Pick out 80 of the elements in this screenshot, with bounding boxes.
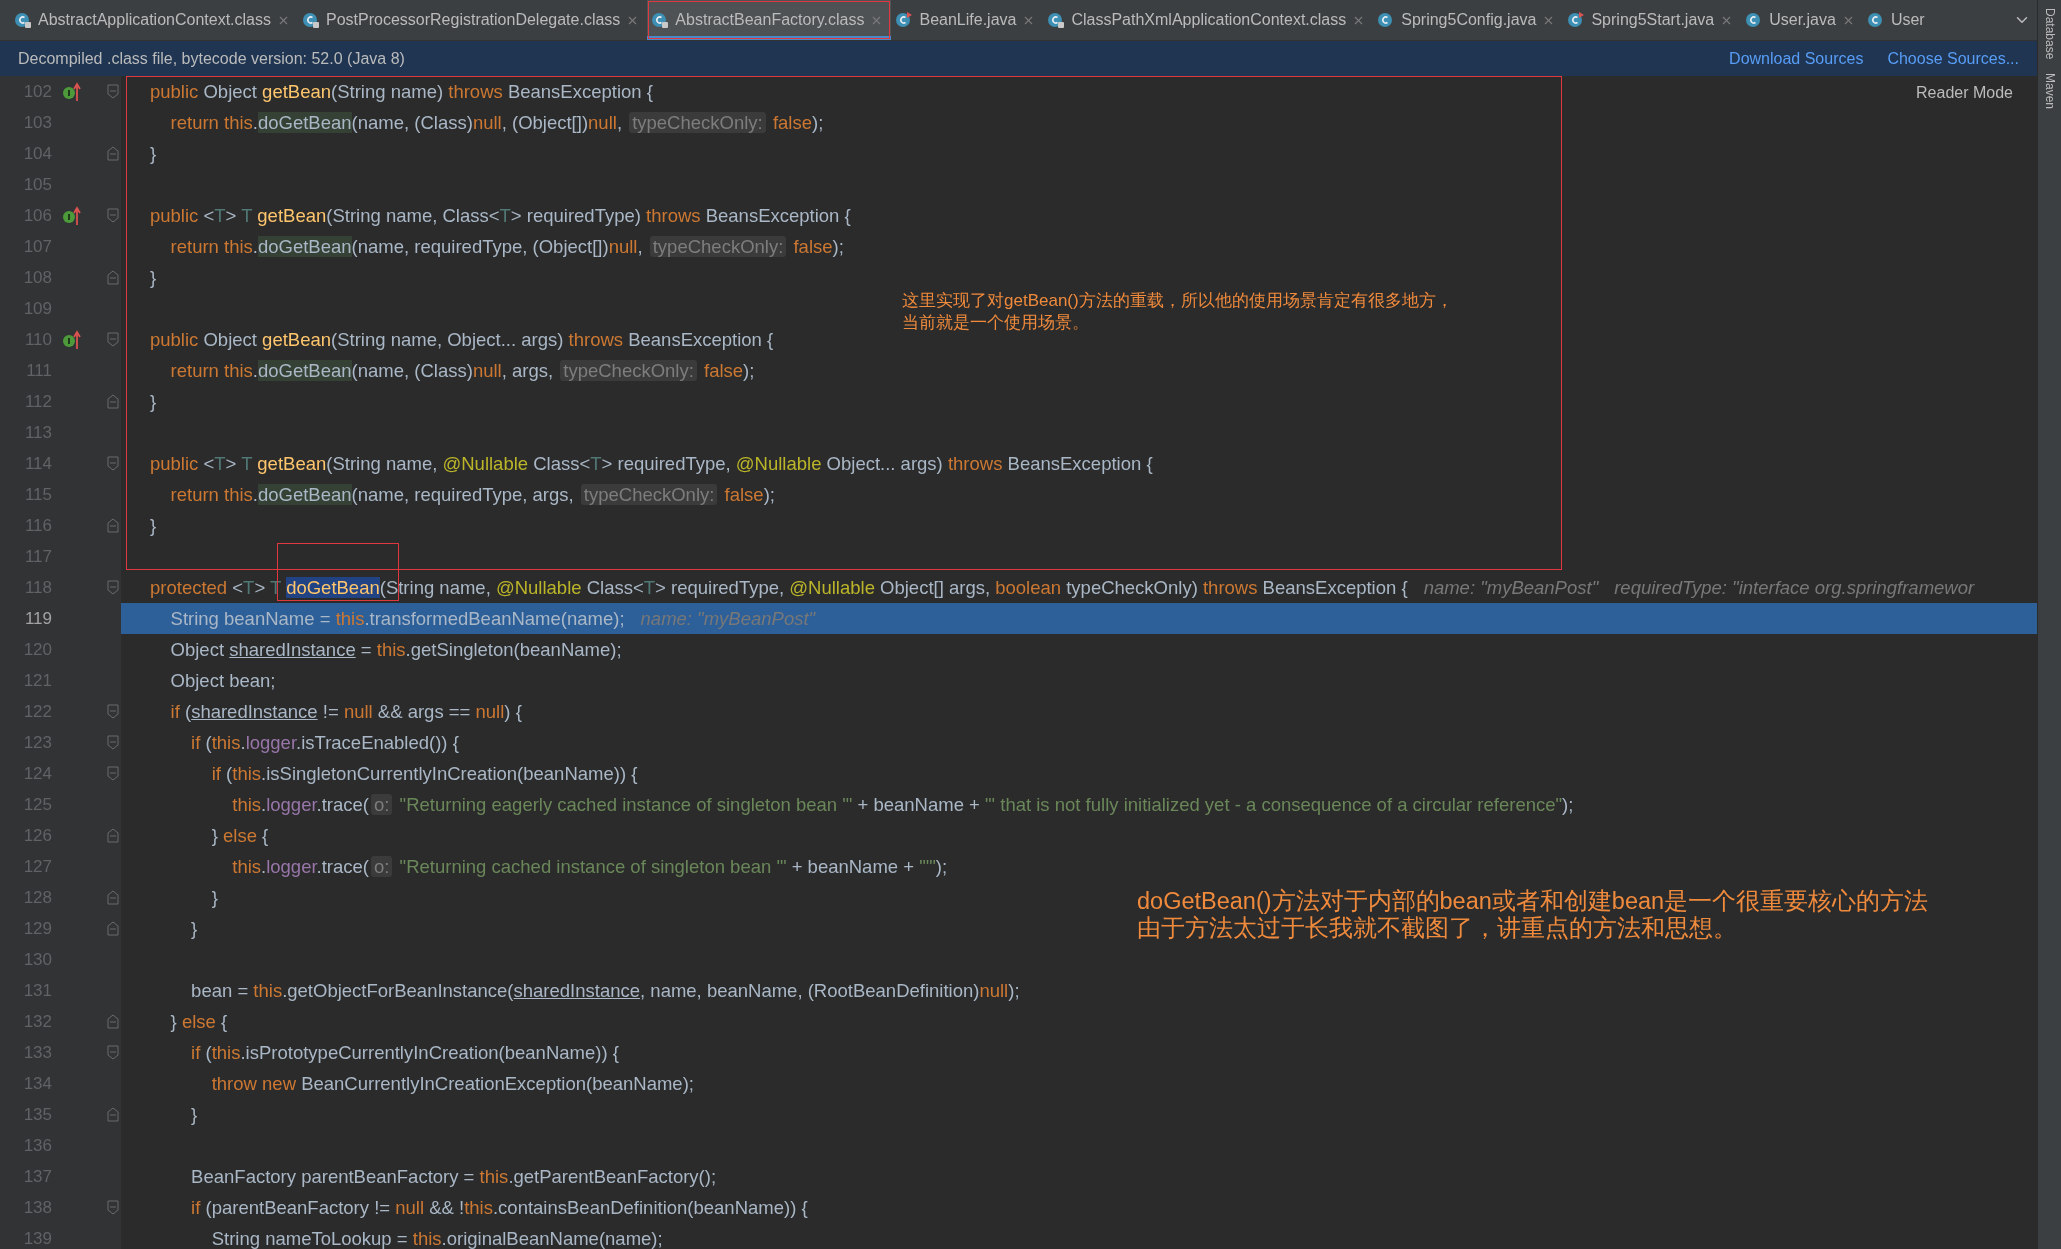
fold-icon[interactable] [107,580,119,595]
code-line: return this.doGetBean(name, requiredType, (Object[])null, typeCheckOnly: false); [169,235,844,258]
fold-icon[interactable] [107,1107,119,1122]
editor-tab[interactable]: Spring5Config.java [1373,0,1564,40]
fold-icon[interactable] [107,1014,119,1029]
fold-icon[interactable] [107,332,119,347]
banner-link[interactable]: Download Sources [1729,49,1864,68]
line-number: 119 [23,608,52,629]
circle-arrow-icon[interactable] [62,81,82,102]
code-line: } [190,917,198,940]
fold-icon[interactable] [107,518,119,533]
code-line: BeanFactory parentBeanFactory = this.getParentBeanFactory(); [190,1165,717,1188]
code-line: public Object getBean(String name) throws BeansException { [150,80,653,103]
class-file-icon [1047,11,1066,29]
code-line: this.logger.trace( o: "Returning eagerly cached instance of singleton bean '" + beanName + "' that is not fully initialized yet - a consequence of a circular reference"); [231,793,1574,816]
banner-message: Decompiled .class file, bytecode version: 52.0 (Java 8) [18,49,406,68]
code-line: String nameToLookup = this.originalBeanName(name); [210,1227,663,1249]
code-line: this.logger.trace( o: "Returning cached instance of singleton bean '" + beanName + "'"); [231,855,948,878]
editor-tab[interactable]: PostProcessorRegistrationDelegate.class [298,0,648,40]
code-line: return this.doGetBean(name, (Class)null, (Object[])null, typeCheckOnly: false); [169,111,824,134]
class-file-icon [1567,11,1586,29]
code-line: } else { [169,1010,228,1033]
code-line: public <T> T getBean(String name, Class<T> requiredType) throws BeansException { [150,204,851,227]
fold-icon[interactable] [107,394,119,409]
code-line: if (sharedInstance != null && args == null) { [169,700,522,723]
code-line: if (this.logger.isTraceEnabled()) { [190,731,459,754]
editor-tab[interactable]: User [1862,0,1933,40]
code-line: } [150,266,157,289]
fold-icon[interactable] [107,890,119,905]
fold-icon[interactable] [107,704,119,719]
code-line: } [150,142,157,165]
code-line: } [150,390,157,413]
code-line: } [210,886,218,909]
code-line: public Object getBean(String name, Object... args) throws BeansException { [150,328,774,351]
annotation-text: 这里实现了对getBean()方法的重载，所以他的使用场景肯定有很多地方， [902,290,1453,312]
fold-icon[interactable] [107,456,119,471]
reader-mode-link[interactable]: Reader Mode [1916,84,2013,102]
editor-tab[interactable]: AbstractBeanFactory.class [647,0,892,40]
editor-tab[interactable]: ClassPathXmlApplicationContext.class [1043,0,1374,40]
code-line: } [190,1103,198,1126]
side-tool-button[interactable]: Database [2042,8,2057,60]
circle-arrow-icon[interactable] [62,329,82,350]
editor-tab[interactable]: User.java [1741,0,1863,40]
code-line: return this.doGetBean(name, requiredType, args, typeCheckOnly: false); [169,483,775,506]
editor-tab[interactable]: Spring5Start.java [1563,0,1742,40]
class-file-icon [302,11,320,29]
class-file-icon [1866,11,1885,29]
fold-icon[interactable] [107,208,119,223]
code-line: if (this.isSingletonCurrentlyInCreation(beanName)) { [210,762,638,785]
fold-icon[interactable] [107,735,119,750]
banner-link[interactable]: Choose Sources... [1887,49,2019,68]
fold-icon[interactable] [107,1045,119,1060]
code-line: throw new BeanCurrentlyInCreationException(beanName); [210,1072,694,1095]
fold-icon[interactable] [107,921,119,936]
annotation-text: 由于方法太过于长我就不截图了，讲重点的方法和思想。 [1137,915,1738,943]
fold-icon[interactable] [107,84,119,99]
code-line: bean = this.getObjectForBeanInstance(sharedInstance, name, beanName, (RootBeanDefinition)null); [190,979,1020,1002]
code-line: return this.doGetBean(name, (Class)null, args, typeCheckOnly: false); [169,359,755,382]
annotation-text: 当前就是一个使用场景。 [902,312,1090,335]
code-line: Object bean; [169,669,276,692]
fold-icon[interactable] [107,270,119,285]
code-line: } [150,514,157,537]
code-line: } else { [210,824,269,847]
code-line: public <T> T getBean(String name, @Nullable Class<T> requiredType, @Nullable Object... args) throws BeansException { [150,452,1153,475]
fold-icon[interactable] [107,146,119,161]
code-line: if (parentBeanFactory != null && !this.containsBeanDefinition(beanName)) { [190,1196,808,1219]
fold-icon[interactable] [107,828,119,843]
code-line: if (this.isPrototypeCurrentlyInCreation(beanName)) { [190,1041,619,1064]
class-file-icon [14,11,32,29]
annotation-text: doGetBean()方法对于内部的bean或者和创建bean是一个很重要核心的方法 [1137,888,1929,915]
side-tool-button[interactable]: Maven [2042,73,2057,110]
code-line: Object sharedInstance = this.getSingleton(beanName); [169,638,622,661]
circle-arrow-icon[interactable] [62,205,82,226]
class-file-icon [895,11,914,29]
editor-tab[interactable]: AbstractApplicationContext.class [10,0,298,40]
fold-icon[interactable] [107,766,119,781]
fold-icon[interactable] [107,1200,119,1215]
code-line: String beanName = this.transformedBeanName(name); name: "myBeanPost" [169,607,816,630]
class-file-icon [651,11,670,29]
editor-tab[interactable]: BeanLife.java [891,0,1044,40]
